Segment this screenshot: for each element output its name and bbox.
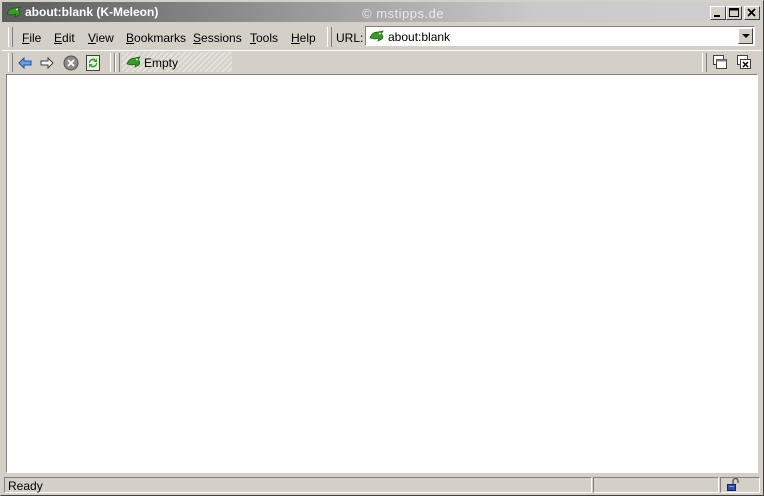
menubar-grip[interactable]	[8, 27, 13, 47]
bookmark-empty-label[interactable]: Empty	[144, 56, 178, 70]
new-layer-icon	[713, 55, 727, 69]
maximize-icon	[729, 8, 739, 17]
url-input[interactable]: about:blank	[365, 26, 755, 46]
back-button[interactable]	[16, 54, 34, 72]
minimize-button[interactable]	[710, 6, 726, 20]
bookmark-bar: Empty	[122, 52, 232, 72]
forward-arrow-icon	[40, 56, 54, 70]
chevron-down-icon	[742, 34, 750, 38]
title-bar[interactable]: about:blank (K-Meleon) © mstipps.de	[2, 2, 762, 22]
close-button[interactable]	[744, 6, 760, 20]
menu-edit[interactable]: Edit	[54, 31, 75, 45]
status-pane-progress	[593, 477, 719, 493]
status-bar: Ready	[2, 476, 762, 494]
close-layer-icon	[737, 55, 751, 69]
status-pane-main: Ready	[4, 477, 592, 493]
back-arrow-icon	[18, 56, 32, 70]
reload-icon	[86, 55, 100, 71]
menu-tools[interactable]: Tools	[250, 31, 278, 45]
menu-sessions[interactable]: Sessions	[193, 31, 242, 45]
menu-file[interactable]: File	[22, 31, 41, 45]
watermark-text: © mstipps.de	[362, 6, 445, 21]
unlocked-padlock-icon[interactable]	[726, 478, 740, 492]
k-meleon-bookmark-icon	[126, 56, 141, 68]
forward-button[interactable]	[38, 54, 56, 72]
navbar-grip[interactable]	[8, 53, 13, 72]
reload-button[interactable]	[84, 54, 102, 72]
status-pane-security[interactable]	[720, 477, 760, 493]
close-icon	[747, 8, 756, 17]
new-layer-button[interactable]	[712, 54, 730, 72]
window-title: about:blank (K-Meleon)	[25, 5, 159, 19]
menu-bookmarks[interactable]: Bookmarks	[126, 31, 186, 45]
url-label: URL:	[336, 31, 364, 45]
url-value[interactable]: about:blank	[388, 30, 450, 44]
url-dropdown-button[interactable]	[738, 28, 753, 44]
menu-view[interactable]: View	[88, 31, 114, 45]
urlbar-grip[interactable]	[327, 27, 332, 47]
stop-button[interactable]	[62, 54, 80, 72]
layers-grip[interactable]	[702, 53, 707, 72]
stop-icon	[63, 55, 79, 71]
k-meleon-logo-icon	[6, 6, 21, 18]
minimize-icon	[714, 15, 720, 17]
menu-toolbar: File Edit View Bookmarks Sessions Tools …	[2, 24, 762, 50]
maximize-button[interactable]	[726, 6, 742, 20]
status-text: Ready	[8, 479, 43, 493]
page-content-area[interactable]	[6, 74, 758, 473]
k-meleon-page-icon	[369, 30, 384, 42]
close-layer-button[interactable]	[736, 54, 754, 72]
navigation-toolbar: Empty	[2, 50, 762, 75]
bookmarkbar-grip[interactable]	[115, 53, 120, 72]
browser-window: about:blank (K-Meleon) © mstipps.de File…	[0, 0, 764, 496]
menu-help[interactable]: Help	[291, 31, 316, 45]
